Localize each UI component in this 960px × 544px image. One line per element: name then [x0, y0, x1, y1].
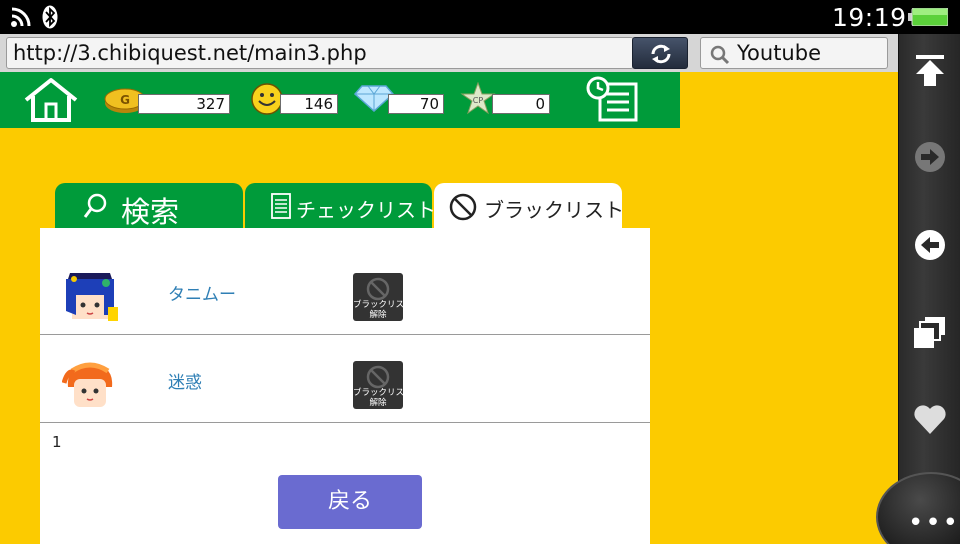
user-avatar — [62, 362, 113, 407]
browser-sidebar — [898, 34, 960, 544]
tab-checklist[interactable]: チェックリスト — [245, 183, 436, 229]
blacklist-row: タニムー ブラックリスト 解除 — [40, 247, 650, 335]
home-icon[interactable] — [22, 76, 80, 124]
unblock-label-line2: 解除 — [369, 398, 387, 408]
cp-stat: CP 0 — [460, 82, 550, 115]
windows-icon[interactable] — [911, 314, 949, 352]
battery-icon — [908, 8, 948, 26]
unblock-button[interactable]: ブラックリスト 解除 — [353, 361, 413, 409]
smile-value: 146 — [280, 94, 338, 114]
tab-blacklist[interactable]: ブラックリスト — [434, 183, 624, 229]
gold-stat: G 327 — [104, 84, 230, 114]
cp-value: 0 — [492, 94, 550, 114]
diamond-value: 70 — [388, 94, 444, 114]
scroll-to-top-icon[interactable] — [911, 52, 949, 90]
prohibited-icon — [449, 193, 477, 221]
user-name[interactable]: 迷惑 — [168, 368, 202, 393]
reload-button[interactable] — [632, 37, 688, 69]
search-field-value: Youtube — [737, 41, 821, 65]
blacklist-panel: タニムー ブラックリスト 解除 迷惑 ブラックリスト 解除 1 戻る — [40, 228, 650, 544]
status-bar: 19:19 — [0, 0, 960, 34]
clock: 19:19 — [832, 3, 907, 32]
back-button[interactable]: 戻る — [278, 475, 422, 529]
more-dots-icon: ••• — [908, 508, 960, 538]
bluetooth-icon — [42, 5, 58, 29]
unblock-label-line2: 解除 — [369, 310, 387, 320]
blacklist-row: 迷惑 ブラックリスト 解除 — [40, 335, 650, 423]
bookmark-heart-icon[interactable] — [911, 400, 949, 438]
search-icon — [710, 45, 730, 65]
page-number[interactable]: 1 — [52, 433, 62, 451]
list-icon — [271, 193, 291, 219]
tab-checklist-label: チェックリスト — [296, 198, 436, 222]
prohibited-icon — [366, 277, 390, 301]
url-field[interactable]: http://3.chibiquest.net/main3.php — [6, 37, 634, 69]
search-field[interactable]: Youtube — [700, 37, 888, 69]
wifi-icon — [11, 7, 31, 27]
tab-search-label: 検索 — [121, 195, 180, 229]
diamond-stat: 70 — [354, 84, 444, 114]
gold-label: G — [120, 93, 130, 107]
cp-star-icon: CP — [460, 82, 496, 115]
prohibited-icon — [366, 365, 390, 389]
search-icon — [83, 193, 107, 218]
user-name[interactable]: タニムー — [168, 280, 236, 305]
tab-search[interactable]: 検索 — [55, 183, 243, 229]
reload-icon — [651, 44, 671, 64]
cp-label: CP — [473, 96, 484, 105]
smile-face-icon — [251, 83, 283, 115]
gold-value: 327 — [138, 94, 230, 114]
unblock-label-line1: ブラックリスト — [353, 388, 413, 398]
game-header: G 327 146 70 CP 0 — [0, 72, 680, 128]
forward-icon[interactable] — [911, 138, 949, 176]
unblock-button-label: ブラックリスト 解除 — [353, 388, 413, 408]
unblock-button-label: ブラックリスト 解除 — [353, 300, 413, 320]
tab-blacklist-label: ブラックリスト — [484, 198, 624, 222]
smile-stat: 146 — [250, 83, 338, 115]
user-avatar — [66, 273, 118, 321]
more-options-button[interactable]: ••• — [876, 472, 960, 544]
back-icon[interactable] — [911, 226, 949, 264]
unblock-button[interactable]: ブラックリスト 解除 — [353, 273, 413, 321]
log-clock-icon[interactable] — [584, 76, 640, 122]
unblock-label-line1: ブラックリスト — [353, 300, 413, 310]
browser-toolbar: http://3.chibiquest.net/main3.php Youtub… — [0, 34, 898, 72]
